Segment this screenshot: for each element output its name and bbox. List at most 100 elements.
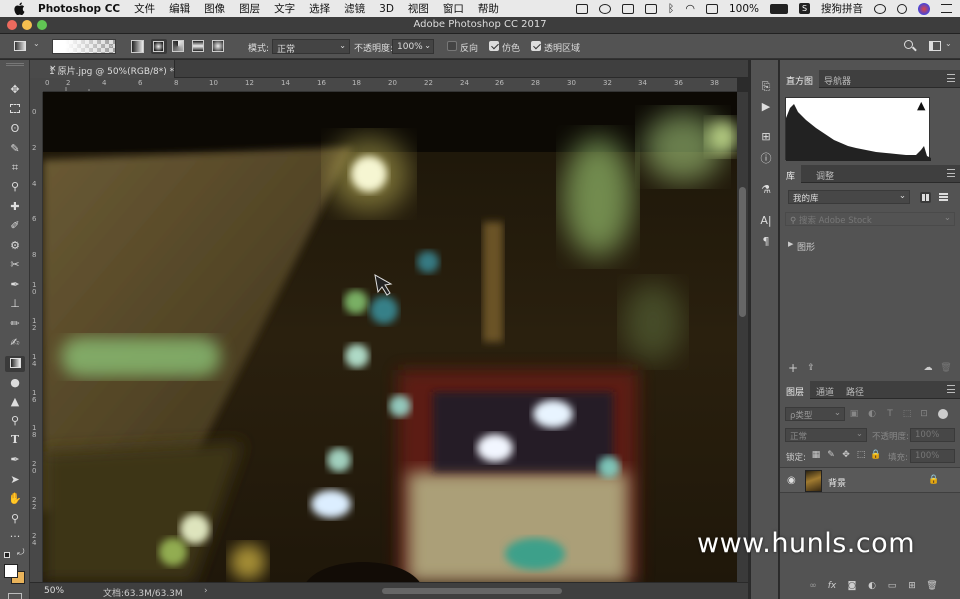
menu-view[interactable]: 视图	[408, 1, 429, 16]
clock-icon[interactable]	[874, 3, 886, 14]
dither-checkbox[interactable]	[489, 41, 499, 51]
upload-icon[interactable]: ⇪	[805, 362, 817, 374]
menu-layer[interactable]: 图层	[239, 1, 260, 16]
properties-panel-icon[interactable]: ⊞	[759, 130, 773, 144]
library-section-graphics[interactable]: 图形	[797, 240, 815, 253]
history-panel-icon[interactable]: ⎘	[759, 80, 773, 94]
info-panel-icon[interactable]: ⓘ	[759, 152, 773, 166]
reverse-checkbox[interactable]	[447, 41, 457, 51]
layer-filter-select[interactable]: ρ类型 ⌄	[785, 407, 845, 421]
tab-layers[interactable]: 图层	[780, 381, 811, 399]
tool-preset-picker[interactable]: ⌄	[11, 39, 41, 54]
stamp-tool-icon[interactable]: ⊥	[7, 297, 23, 311]
panel-menu-icon[interactable]	[947, 74, 955, 82]
notification-center-icon[interactable]	[941, 4, 952, 13]
smudge-tool-icon[interactable]: ✏	[7, 317, 23, 331]
crop-tool-icon[interactable]: ⌗	[7, 161, 23, 175]
library-select[interactable]: 我的库 ⌄	[788, 190, 910, 204]
layer-lock-icon[interactable]: 🔒	[928, 475, 939, 485]
menu-filter[interactable]: 滤镜	[344, 1, 365, 16]
sharpen-tool-icon[interactable]: ▲	[7, 395, 23, 409]
lock-artboard-icon[interactable]: ⬚	[855, 449, 867, 461]
cloud-icon[interactable]	[621, 3, 634, 14]
status-menu-arrow-icon[interactable]: ›	[204, 586, 208, 596]
tab-histogram[interactable]: 直方图	[780, 70, 820, 88]
zoom-tool-icon[interactable]: ⚲	[7, 512, 23, 526]
paragraph-panel-icon[interactable]: ¶	[759, 235, 773, 249]
hand-tool-icon[interactable]: ✋	[7, 492, 23, 506]
default-colors-icon[interactable]	[4, 552, 10, 558]
tab-navigator[interactable]: 导航器	[818, 70, 857, 88]
zoom-level-field[interactable]: 50%	[44, 586, 64, 596]
new-layer-icon[interactable]: ⊞	[906, 580, 918, 592]
layer-name[interactable]: 背景	[828, 476, 846, 489]
lock-all-icon[interactable]: 🔒	[870, 449, 882, 461]
filter-smart-object-icon[interactable]: ⊡	[918, 408, 930, 420]
character-panel-icon[interactable]: A|	[759, 214, 773, 228]
menu-edit[interactable]: 编辑	[169, 1, 190, 16]
menu-help[interactable]: 帮助	[478, 1, 499, 16]
toolbar-collapse-handle[interactable]	[6, 63, 24, 66]
filter-shape-icon[interactable]: ⬚	[901, 408, 913, 420]
blur-tool-icon[interactable]: ✍	[7, 336, 23, 350]
apple-logo-icon[interactable]	[14, 2, 26, 15]
lock-transparent-pixels-icon[interactable]: ▦	[810, 449, 822, 461]
eye-icon[interactable]	[598, 3, 611, 14]
airplay-icon[interactable]	[705, 3, 718, 14]
input-method-label[interactable]: 搜狗拼音	[821, 1, 863, 16]
cloud-sync-icon[interactable]: ☁	[922, 362, 934, 374]
menu-window[interactable]: 窗口	[443, 1, 464, 16]
lasso-tool-icon[interactable]: ʘ	[7, 122, 23, 136]
brush-presets-panel-icon[interactable]: ⚗	[759, 183, 773, 197]
clone-stamp-tool-icon[interactable]: ⚙	[7, 239, 23, 253]
menu-file[interactable]: 文件	[134, 1, 155, 16]
history-brush-tool-icon[interactable]: ✂	[7, 258, 23, 272]
bluetooth-icon[interactable]: ᛒ	[668, 2, 675, 15]
panel-menu-icon[interactable]	[947, 385, 955, 393]
marquee-tool-icon[interactable]	[7, 103, 23, 117]
quick-selection-tool-icon[interactable]: ✎	[7, 142, 23, 156]
chevron-down-icon[interactable]: ⌄	[945, 39, 952, 48]
pen-tool-icon[interactable]: ✒	[7, 453, 23, 467]
layer-row-background[interactable]: ◉ 背景 🔒	[780, 467, 960, 493]
reflected-gradient-button[interactable]	[192, 40, 204, 52]
gradient-tool-active-icon[interactable]	[5, 356, 25, 372]
siri-icon[interactable]	[918, 2, 930, 15]
filter-type-icon[interactable]: T	[884, 408, 896, 420]
ruler-origin[interactable]	[30, 78, 43, 92]
diamond-gradient-button[interactable]	[212, 40, 224, 52]
layer-visibility-eye-icon[interactable]: ◉	[787, 475, 796, 486]
layer-style-icon[interactable]: fx	[826, 580, 838, 592]
layer-opacity-field[interactable]: 100%	[910, 428, 955, 442]
display-icon[interactable]	[575, 3, 588, 14]
grid-view-icon[interactable]	[920, 192, 931, 203]
horizontal-ruler[interactable]: 0 2 4 6 8 10 12 14 16 18 20 22 24 26 28 …	[43, 78, 737, 92]
lock-image-pixels-icon[interactable]: ✎	[825, 449, 837, 461]
eyedropper-tool-icon[interactable]: ⚲	[7, 180, 23, 194]
vertical-scrollbar-thumb[interactable]	[739, 187, 746, 317]
linear-gradient-button[interactable]	[131, 40, 144, 53]
brush-tool-icon[interactable]: ✐	[7, 219, 23, 233]
document-tab[interactable]: × 1 原片.jpg @ 50%(RGB/8*) *	[30, 60, 175, 78]
tab-adjustments[interactable]: 调整	[810, 165, 840, 183]
wifi-icon[interactable]: ◠	[685, 2, 695, 15]
actions-panel-icon[interactable]: ▶	[759, 100, 773, 114]
adobe-stock-search-input[interactable]: ⚲ 搜索 Adobe Stock ⌄	[785, 212, 955, 226]
vertical-scrollbar[interactable]	[737, 92, 748, 582]
filter-toggle-icon[interactable]	[938, 409, 948, 419]
list-view-icon[interactable]	[939, 193, 948, 202]
horizontal-scrollbar-thumb[interactable]	[382, 588, 562, 594]
type-tool-icon[interactable]: T	[7, 433, 23, 447]
clipboard-icon[interactable]	[644, 3, 657, 14]
new-group-icon[interactable]: ▭	[886, 580, 898, 592]
filter-pixel-icon[interactable]: ▣	[848, 408, 860, 420]
filter-adjustment-icon[interactable]: ◐	[866, 408, 878, 420]
battery-icon[interactable]	[770, 3, 788, 14]
app-name-menu[interactable]: Photoshop CC	[38, 3, 120, 15]
gradient-picker[interactable]	[52, 39, 116, 54]
eraser-tool-icon[interactable]: ✒	[7, 278, 23, 292]
move-tool-icon[interactable]: ✥	[7, 83, 23, 97]
document-canvas[interactable]	[43, 92, 737, 582]
zoom-dodge-tool-icon[interactable]: ⚲	[7, 414, 23, 428]
vertical-ruler[interactable]: 0 2 4 6 8 1 0 1 2 1 4 1 6 1 8 2 0 2 2 2 …	[30, 92, 43, 582]
